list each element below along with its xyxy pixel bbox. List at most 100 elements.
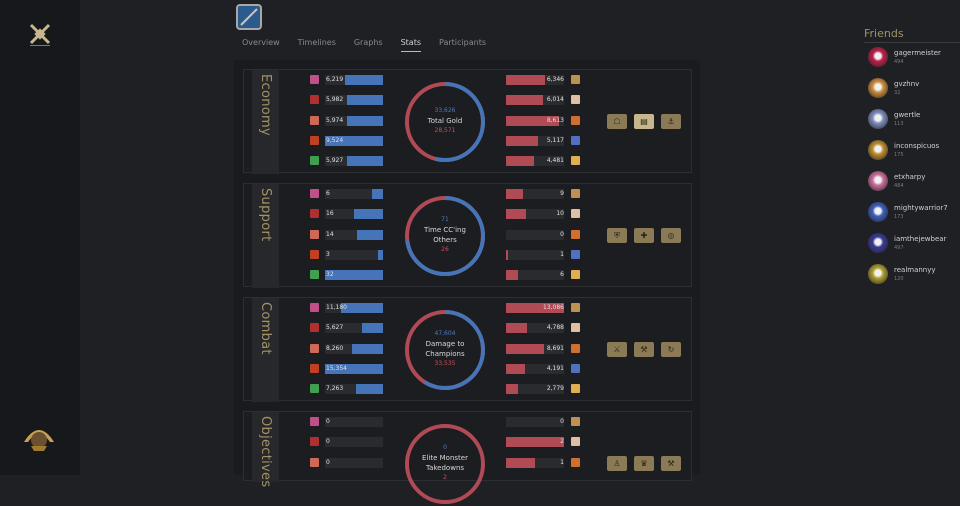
champion-icon[interactable] <box>310 75 319 84</box>
champion-icon[interactable] <box>310 344 319 353</box>
rank-emblem-icon[interactable] <box>22 420 56 452</box>
champion-icon[interactable] <box>571 323 580 332</box>
right-stat-row: 8,691 <box>506 344 580 354</box>
friend-item[interactable]: mightywarrior7 173 <box>868 202 960 226</box>
stat-filter-icon: ☖ <box>613 117 621 126</box>
champion-icon[interactable] <box>310 458 319 467</box>
stat-filter-button[interactable]: ⚒ <box>661 456 681 471</box>
stat-filter-button[interactable]: ⚓ <box>661 114 681 129</box>
champion-icon[interactable] <box>310 156 319 165</box>
tab-stats[interactable]: Stats <box>400 38 421 52</box>
champion-icon[interactable] <box>571 364 580 373</box>
right-stat-bar <box>506 458 564 468</box>
tab-timelines[interactable]: Timelines <box>298 38 336 52</box>
champion-icon[interactable] <box>310 323 319 332</box>
stat-filter-button[interactable]: ↻ <box>661 342 681 357</box>
friend-name: gagermeister <box>894 49 941 57</box>
champion-icon[interactable] <box>571 230 580 239</box>
tab-graphs[interactable]: Graphs <box>354 38 383 52</box>
stat-filter-button[interactable]: ✚ <box>634 228 654 243</box>
stat-filter-button[interactable]: ⚔ <box>607 342 627 357</box>
champion-icon[interactable] <box>571 458 580 467</box>
friend-item[interactable]: gagermeister 494 <box>868 47 960 71</box>
right-stat-row: 1 <box>506 458 580 468</box>
right-stat-fill <box>506 344 545 354</box>
champion-icon[interactable] <box>310 437 319 446</box>
right-stat-row: 4,788 <box>506 323 580 333</box>
stat-filter-button[interactable]: ⛨ <box>607 228 627 243</box>
right-stat-fill <box>506 136 538 146</box>
champion-icon[interactable] <box>310 270 319 279</box>
right-stat-row: 10 <box>506 209 580 219</box>
champion-icon[interactable] <box>571 209 580 218</box>
champion-icon[interactable] <box>310 364 319 373</box>
champion-icon[interactable] <box>310 209 319 218</box>
left-stat-value: 5,982 <box>326 96 344 103</box>
stat-filter-button[interactable]: ⚒ <box>634 342 654 357</box>
champion-icon[interactable] <box>571 250 580 259</box>
stat-filter-button[interactable]: ▤ <box>634 114 654 129</box>
friend-item[interactable]: inconspicuos 175 <box>868 140 960 164</box>
left-stat-row: 5,982 <box>310 95 384 105</box>
tab-participants[interactable]: Participants <box>439 38 486 52</box>
stats-tabs: Overview Timelines Graphs Stats Particip… <box>242 38 504 52</box>
stat-filter-icon: ♙ <box>613 459 621 468</box>
champion-icon[interactable] <box>571 384 580 393</box>
right-stat-bar <box>506 270 564 280</box>
champion-icon[interactable] <box>571 417 580 426</box>
champion-icon[interactable] <box>571 156 580 165</box>
champion-icon[interactable] <box>310 303 319 312</box>
champion-icon[interactable] <box>571 116 580 125</box>
left-stat-value: 16 <box>326 210 334 217</box>
stat-filter-button[interactable]: ♙ <box>607 456 627 471</box>
tab-overview[interactable]: Overview <box>242 38 280 52</box>
champion-icon[interactable] <box>310 136 319 145</box>
stat-label: Damage to <box>425 340 465 348</box>
champion-icon[interactable] <box>571 270 580 279</box>
friend-item[interactable]: etxharpy 484 <box>868 171 960 195</box>
friend-item[interactable]: gvzhnv 32 <box>868 78 960 102</box>
champion-icon[interactable] <box>571 75 580 84</box>
right-stat-row: 0 <box>506 230 580 240</box>
champion-icon[interactable] <box>310 189 319 198</box>
friend-item[interactable]: gwertle 113 <box>868 109 960 133</box>
friend-level: 494 <box>894 59 904 65</box>
champion-icon[interactable] <box>310 384 319 393</box>
left-stat-fill <box>351 344 383 354</box>
champion-icon[interactable] <box>310 417 319 426</box>
champion-icon[interactable] <box>310 95 319 104</box>
stat-filter-button[interactable]: ☖ <box>607 114 627 129</box>
friend-item[interactable]: iamthejewbear 497 <box>868 233 960 257</box>
friend-level: 173 <box>894 214 904 220</box>
champion-icon[interactable] <box>571 95 580 104</box>
friend-item[interactable]: realmannyy 120 <box>868 264 960 288</box>
left-stat-row: 32 <box>310 270 384 280</box>
left-stat-value: 3 <box>326 251 330 258</box>
right-stat-value: 8,613 <box>546 117 564 124</box>
stat-section-support: Support 6 16 14 3 32 9 10 0 1 6 71 Time CC'ing Others… <box>243 183 692 288</box>
champion-icon[interactable] <box>571 344 580 353</box>
left-stat-value: 0 <box>326 418 330 425</box>
stat-filter-buttons: ⛨ ✚ ◎ <box>607 228 681 243</box>
stat-label: Elite Monster <box>422 454 468 462</box>
friend-level: 113 <box>894 121 904 127</box>
donut-center-text: 33,626 Total Gold 28,571 <box>403 106 487 136</box>
champion-icon[interactable] <box>571 437 580 446</box>
champion-icon[interactable] <box>310 250 319 259</box>
champion-icon[interactable] <box>310 230 319 239</box>
friend-avatar <box>868 233 888 253</box>
right-stat-fill <box>506 156 534 166</box>
champion-icon[interactable] <box>571 189 580 198</box>
crossed-swords-logo-icon[interactable] <box>28 22 52 46</box>
champion-icon[interactable] <box>571 136 580 145</box>
champion-icon[interactable] <box>571 303 580 312</box>
champion-icon[interactable] <box>310 116 319 125</box>
friend-name: iamthejewbear <box>894 235 947 243</box>
stat-filter-button[interactable]: ♛ <box>634 456 654 471</box>
stat-filter-buttons: ☖ ▤ ⚓ <box>607 114 681 129</box>
stat-filter-icon: ⚒ <box>640 345 648 354</box>
right-stat-fill <box>506 270 518 280</box>
donut-center-text: 47,604 Damage to Champions 33,535 <box>403 329 487 369</box>
stat-filter-button[interactable]: ◎ <box>661 228 681 243</box>
friend-level: 120 <box>894 276 904 282</box>
